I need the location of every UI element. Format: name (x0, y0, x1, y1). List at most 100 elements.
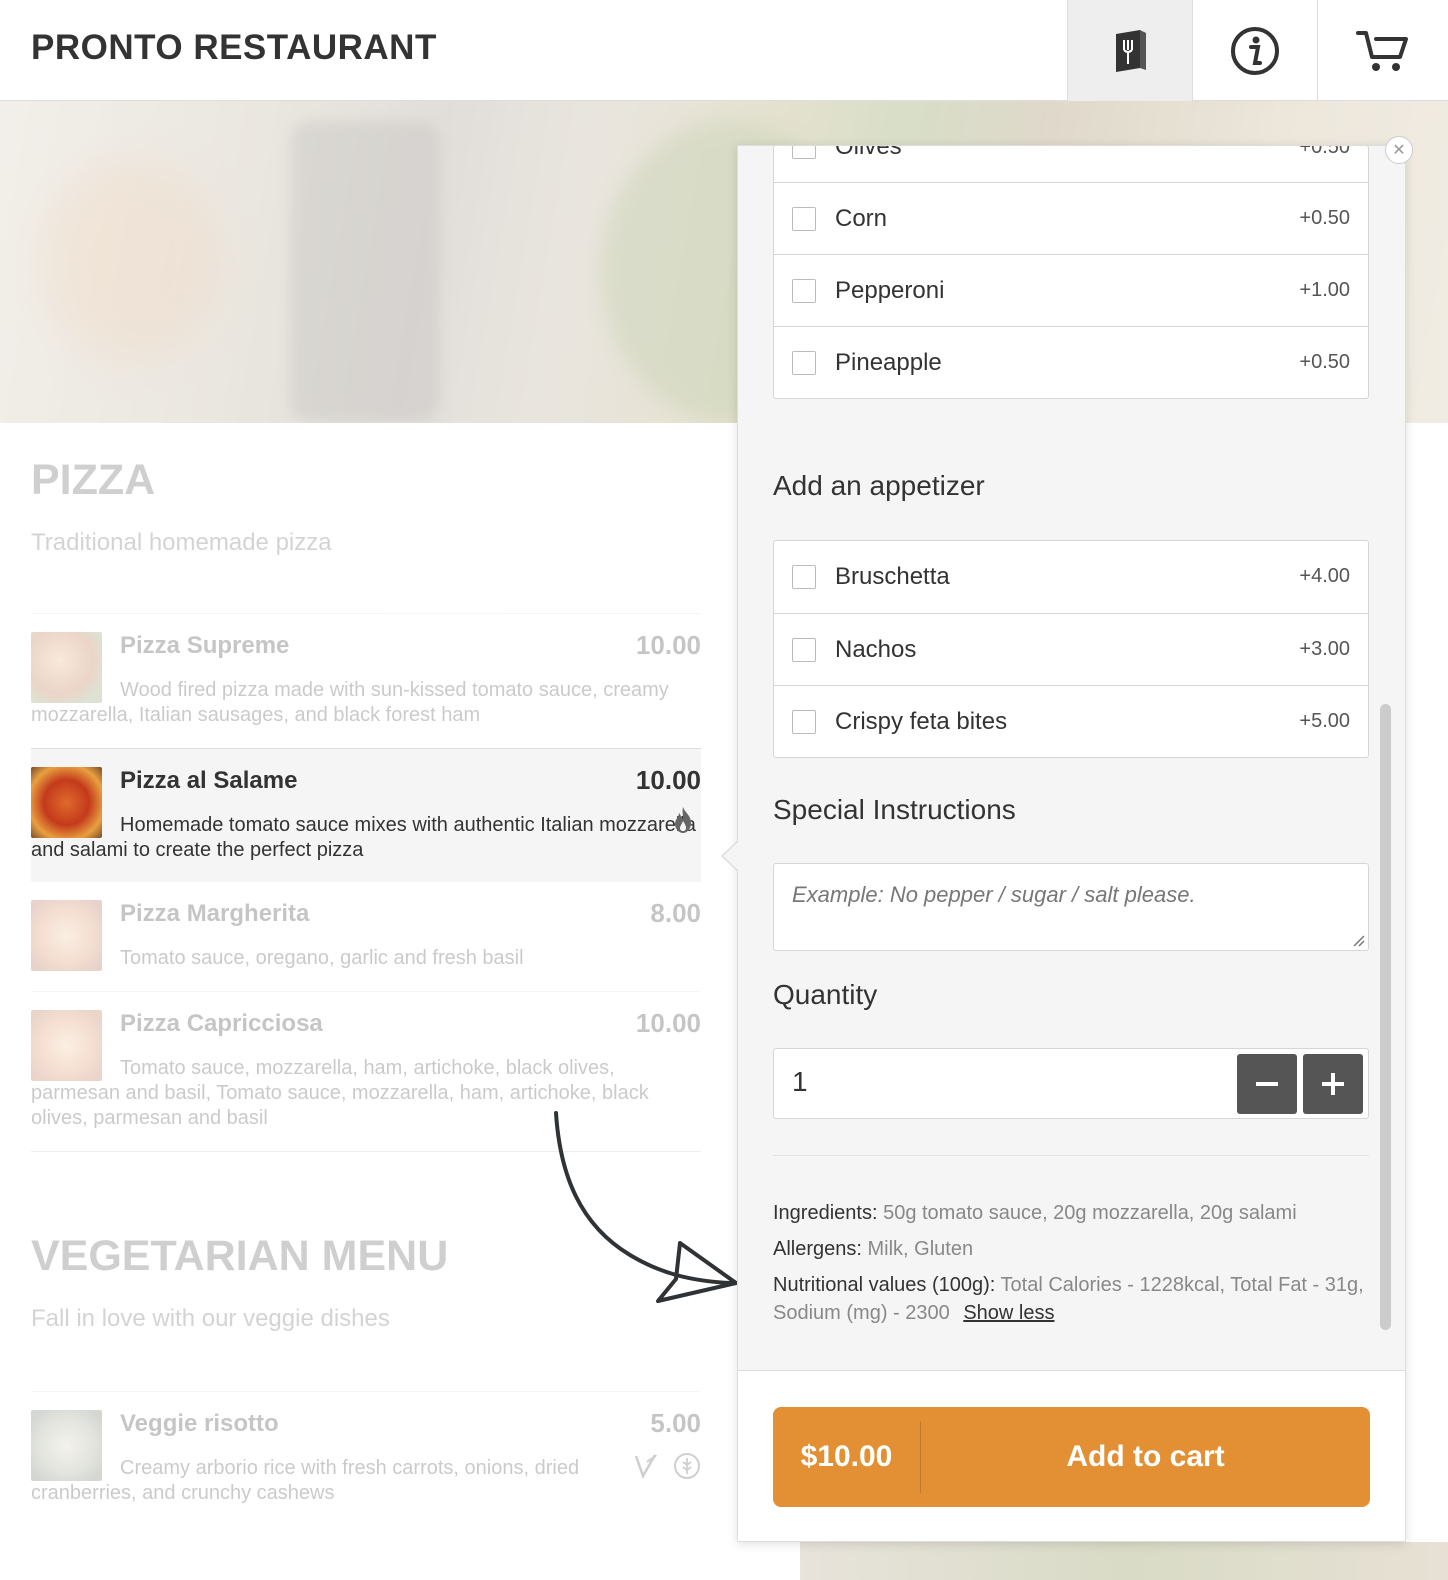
item-name: Veggie risotto (120, 1410, 279, 1437)
menu-item[interactable]: Pizza Margherita 8.00 Tomato sauce, oreg… (31, 881, 701, 991)
option-row[interactable]: Pepperoni +1.00 (774, 254, 1368, 326)
top-navbar: PRONTO RESTAURANT (0, 0, 1448, 101)
option-row[interactable]: Bruschetta +4.00 (774, 541, 1368, 613)
section-title-pizza: PIZZA (31, 456, 156, 504)
cart-icon (1356, 30, 1408, 71)
option-checkbox[interactable] (792, 565, 816, 589)
resize-grip-icon[interactable] (1351, 933, 1365, 947)
item-description: Creamy arborio rice with fresh carrots, … (31, 1457, 580, 1504)
divider (773, 1155, 1369, 1156)
restaurant-brand[interactable]: PRONTO RESTAURANT (31, 28, 437, 68)
item-name: Pizza Capricciosa (120, 1010, 323, 1037)
allergens-value: Milk, Gluten (867, 1238, 974, 1260)
option-price: +5.00 (1299, 710, 1350, 732)
item-thumbnail (31, 767, 102, 838)
section-subtitle-vegetarian: Fall in love with our veggie dishes (31, 1305, 390, 1332)
menu-listing: PIZZA Traditional homemade pizza Pizza S… (31, 423, 701, 1526)
option-label: Nachos (835, 635, 917, 663)
nutrition-info: Nutritional values (100g): Total Calorie… (773, 1271, 1373, 1327)
option-checkbox[interactable] (792, 709, 816, 734)
item-price: 8.00 (650, 898, 701, 928)
menu-nav-button[interactable] (1067, 0, 1192, 101)
option-label: Pepperoni (835, 276, 945, 304)
vegan-icon (634, 1454, 657, 1479)
option-checkbox[interactable] (792, 278, 816, 303)
option-label: Crispy feta bites (835, 707, 1008, 735)
background-food-image (800, 1542, 1448, 1580)
cart-total-price: $10.00 (773, 1421, 921, 1493)
item-name: Pizza al Salame (120, 767, 298, 794)
option-row[interactable]: Pineapple +0.50 (774, 326, 1368, 398)
section-subtitle-pizza: Traditional homemade pizza (31, 529, 332, 556)
menu-item[interactable]: Veggie risotto 5.00 Creamy arborio rice … (31, 1391, 701, 1526)
option-label: Olives (835, 145, 902, 160)
add-to-cart-button[interactable]: $10.00 Add to cart (773, 1407, 1370, 1507)
instructions-section-title: Special Instructions (773, 794, 1016, 825)
option-label: Bruschetta (835, 563, 950, 590)
option-price: +4.00 (1299, 565, 1350, 587)
ingredients-value: 50g tomato sauce, 20g mozzarella, 20g sa… (883, 1202, 1297, 1224)
ingredients-label: Ingredients: (773, 1202, 878, 1224)
close-panel-button[interactable]: ✕ (1385, 136, 1413, 164)
item-price: 10.00 (635, 1008, 701, 1038)
item-name: Pizza Margherita (120, 900, 310, 927)
option-row[interactable]: Crispy feta bites +5.00 (774, 685, 1368, 757)
quantity-section-title: Quantity (773, 979, 878, 1010)
option-price: +0.50 (1299, 207, 1350, 229)
nutrition-label: Nutritional values (100g): (773, 1274, 996, 1296)
option-checkbox[interactable] (792, 206, 816, 231)
option-label: Corn (835, 204, 888, 232)
item-description: Wood fired pizza made with sun-kissed to… (31, 679, 669, 726)
panel-footer: $10.00 Add to cart (738, 1370, 1405, 1541)
menu-item[interactable]: Pizza Supreme 10.00 Wood fired pizza mad… (31, 613, 701, 748)
option-checkbox[interactable] (792, 637, 816, 662)
option-row[interactable]: Nachos +3.00 (774, 613, 1368, 685)
item-price: 10.00 (635, 630, 701, 660)
appetizer-section-title: Add an appetizer (773, 470, 985, 501)
increase-quantity-button[interactable] (1303, 1054, 1363, 1114)
minus-icon (1256, 1082, 1278, 1086)
option-price: +3.00 (1299, 638, 1350, 660)
show-less-link[interactable]: Show less (963, 1302, 1054, 1324)
item-description: Tomato sauce, oregano, garlic and fresh … (120, 947, 524, 969)
option-checkbox[interactable] (792, 350, 816, 375)
item-name: Pizza Supreme (120, 632, 290, 659)
option-price: +0.50 (1299, 351, 1350, 373)
option-row[interactable]: Corn +0.50 (774, 182, 1368, 254)
info-icon (1231, 26, 1279, 75)
menu-item-selected[interactable]: Pizza al Salame 10.00 Homemade tomato sa… (31, 748, 701, 881)
close-icon: ✕ (1392, 142, 1406, 159)
option-price: +0.50 (1299, 145, 1350, 158)
quantity-stepper: 1 (773, 1048, 1369, 1119)
special-instructions-textarea[interactable]: Example: No pepper / sugar / salt please… (773, 863, 1369, 951)
item-price: 5.00 (650, 1408, 701, 1438)
option-label: Pineapple (835, 348, 942, 376)
item-thumbnail (31, 1410, 102, 1481)
appetizer-list: Bruschetta +4.00 Nachos +3.00 Crispy fet… (773, 540, 1369, 758)
item-options-panel: Olives +0.50 Corn +0.50 Pepperoni +1.00 … (737, 145, 1406, 1542)
spicy-icon (675, 807, 691, 833)
item-price: 10.00 (635, 765, 701, 795)
item-thumbnail (31, 632, 102, 703)
plus-icon (1322, 1073, 1344, 1095)
info-nav-button[interactable] (1192, 0, 1317, 101)
item-thumbnail (31, 1010, 102, 1081)
option-price: +1.00 (1299, 279, 1350, 301)
quantity-input[interactable]: 1 (792, 1066, 808, 1098)
allergens-info: Allergens: Milk, Gluten (773, 1235, 1373, 1263)
toppings-list: Olives +0.50 Corn +0.50 Pepperoni +1.00 … (773, 145, 1369, 399)
gluten-free-icon (674, 1453, 700, 1479)
ingredients-info: Ingredients: 50g tomato sauce, 20g mozza… (773, 1199, 1373, 1227)
decrease-quantity-button[interactable] (1237, 1054, 1297, 1114)
allergens-label: Allergens: (773, 1238, 862, 1260)
item-thumbnail (31, 900, 102, 971)
annotation-arrow (554, 1111, 738, 1303)
textarea-placeholder: Example: No pepper / sugar / salt please… (792, 882, 1196, 907)
option-checkbox[interactable] (792, 146, 816, 159)
add-to-cart-label: Add to cart (1066, 1440, 1225, 1473)
option-row[interactable]: Olives +0.50 (774, 145, 1368, 182)
menu-book-icon (1116, 29, 1146, 72)
item-description: Homemade tomato sauce mixes with authent… (31, 814, 696, 861)
cart-nav-button[interactable] (1317, 0, 1448, 101)
panel-scrollbar[interactable] (1380, 704, 1391, 1330)
